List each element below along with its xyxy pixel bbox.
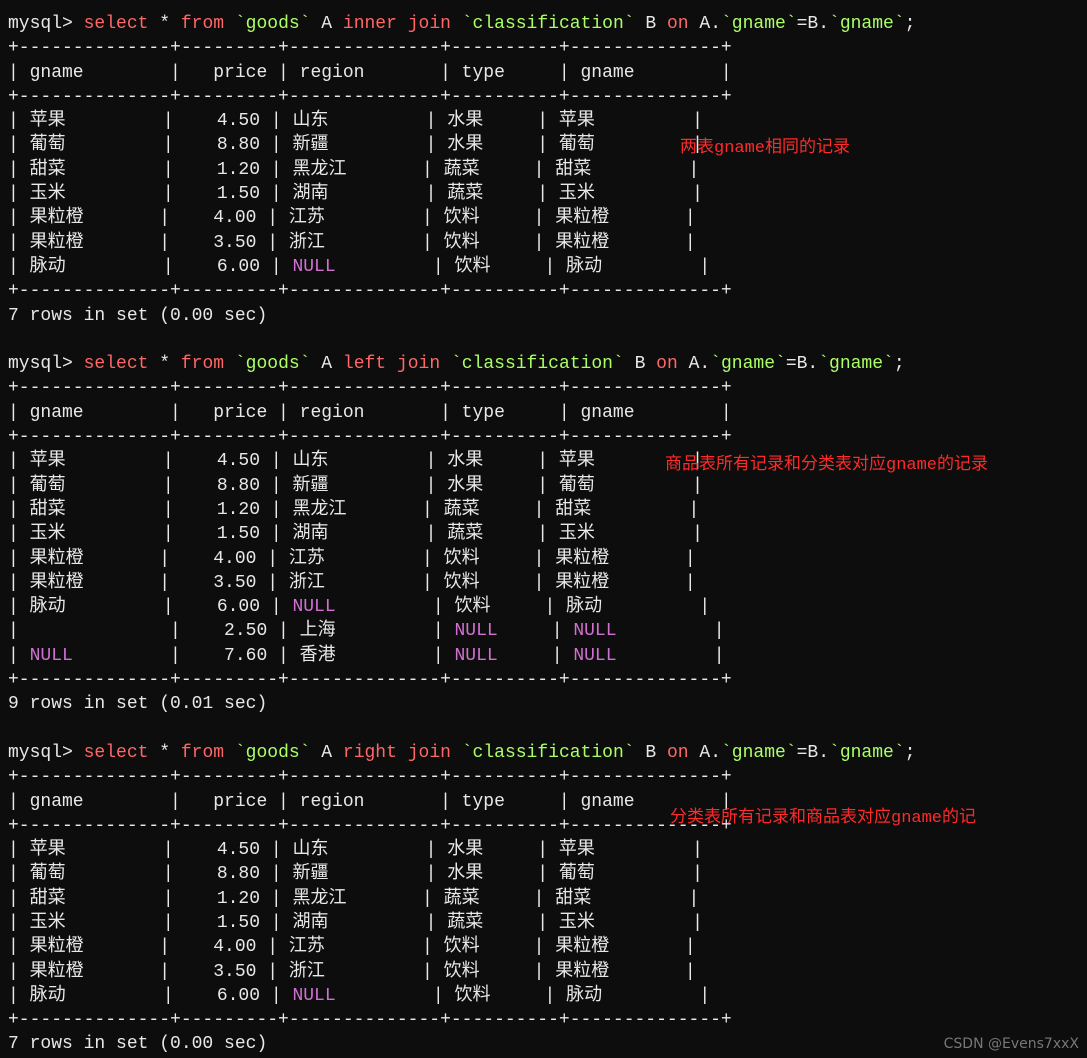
annotation: 分类表所有记录和商品表对应gname的记 bbox=[670, 808, 976, 831]
table-row: | 苹果 | 4.50 | 山东 | 水果 | 苹果 | bbox=[8, 109, 1079, 133]
table-border: +--------------+---------+--------------… bbox=[8, 668, 1079, 692]
table-row: | 果粒橙 | 4.00 | 江苏 | 饮料 | 果粒橙 | bbox=[8, 547, 1079, 571]
query-block: mysql> select * from `goods` A left join… bbox=[8, 352, 1079, 741]
result-footer: 7 rows in set (0.00 sec) bbox=[8, 304, 1079, 328]
sql-command: mysql> select * from `goods` A left join… bbox=[8, 352, 1079, 376]
table-border: +--------------+---------+--------------… bbox=[8, 279, 1079, 303]
blank-line bbox=[8, 717, 1079, 741]
table-row: | | 2.50 | 上海 | NULL | NULL | bbox=[8, 619, 1079, 643]
watermark: CSDN @Evens7xxX bbox=[944, 1035, 1079, 1054]
result-footer: 9 rows in set (0.01 sec) bbox=[8, 692, 1079, 716]
annotation: 两表gname相同的记录 bbox=[680, 138, 850, 161]
table-border: +--------------+---------+--------------… bbox=[8, 85, 1079, 109]
result-footer: 7 rows in set (0.00 sec) bbox=[8, 1032, 1079, 1056]
table-row: | 脉动 | 6.00 | NULL | 饮料 | 脉动 | bbox=[8, 255, 1079, 279]
table-row: | 甜菜 | 1.20 | 黑龙江 | 蔬菜 | 甜菜 | bbox=[8, 498, 1079, 522]
table-row: | 果粒橙 | 4.00 | 江苏 | 饮料 | 果粒橙 | bbox=[8, 935, 1079, 959]
table-border: +--------------+---------+--------------… bbox=[8, 376, 1079, 400]
table-row: | 葡萄 | 8.80 | 新疆 | 水果 | 葡萄 | bbox=[8, 133, 1079, 157]
annotation: 商品表所有记录和分类表对应gname的记录 bbox=[665, 455, 988, 478]
table-header: | gname | price | region | type | gname … bbox=[8, 401, 1079, 425]
table-row: | 玉米 | 1.50 | 湖南 | 蔬菜 | 玉米 | bbox=[8, 911, 1079, 935]
table-border: +--------------+---------+--------------… bbox=[8, 1008, 1079, 1032]
query-block: mysql> select * from `goods` A inner joi… bbox=[8, 12, 1079, 352]
sql-command: mysql> select * from `goods` A inner joi… bbox=[8, 12, 1079, 36]
terminal-output: mysql> select * from `goods` A inner joi… bbox=[0, 0, 1087, 1058]
table-row: | 脉动 | 6.00 | NULL | 饮料 | 脉动 | bbox=[8, 595, 1079, 619]
table-border: +--------------+---------+--------------… bbox=[8, 765, 1079, 789]
blank-line bbox=[8, 328, 1079, 352]
table-row: | 果粒橙 | 3.50 | 浙江 | 饮料 | 果粒橙 | bbox=[8, 571, 1079, 595]
table-row: | 甜菜 | 1.20 | 黑龙江 | 蔬菜 | 甜菜 | bbox=[8, 887, 1079, 911]
table-row: | 玉米 | 1.50 | 湖南 | 蔬菜 | 玉米 | bbox=[8, 182, 1079, 206]
table-row: | 果粒橙 | 3.50 | 浙江 | 饮料 | 果粒橙 | bbox=[8, 231, 1079, 255]
table-row: | 果粒橙 | 3.50 | 浙江 | 饮料 | 果粒橙 | bbox=[8, 960, 1079, 984]
table-row: | 脉动 | 6.00 | NULL | 饮料 | 脉动 | bbox=[8, 984, 1079, 1008]
sql-command: mysql> select * from `goods` A right joi… bbox=[8, 741, 1079, 765]
table-row: | 苹果 | 4.50 | 山东 | 水果 | 苹果 | bbox=[8, 838, 1079, 862]
table-row: | 果粒橙 | 4.00 | 江苏 | 饮料 | 果粒橙 | bbox=[8, 206, 1079, 230]
table-row: | 甜菜 | 1.20 | 黑龙江 | 蔬菜 | 甜菜 | bbox=[8, 158, 1079, 182]
table-border: +--------------+---------+--------------… bbox=[8, 425, 1079, 449]
table-row: | 玉米 | 1.50 | 湖南 | 蔬菜 | 玉米 | bbox=[8, 522, 1079, 546]
table-row: | 葡萄 | 8.80 | 新疆 | 水果 | 葡萄 | bbox=[8, 862, 1079, 886]
query-block: mysql> select * from `goods` A right joi… bbox=[8, 741, 1079, 1058]
table-header: | gname | price | region | type | gname … bbox=[8, 61, 1079, 85]
table-row: | NULL | 7.60 | 香港 | NULL | NULL | bbox=[8, 644, 1079, 668]
table-border: +--------------+---------+--------------… bbox=[8, 36, 1079, 60]
